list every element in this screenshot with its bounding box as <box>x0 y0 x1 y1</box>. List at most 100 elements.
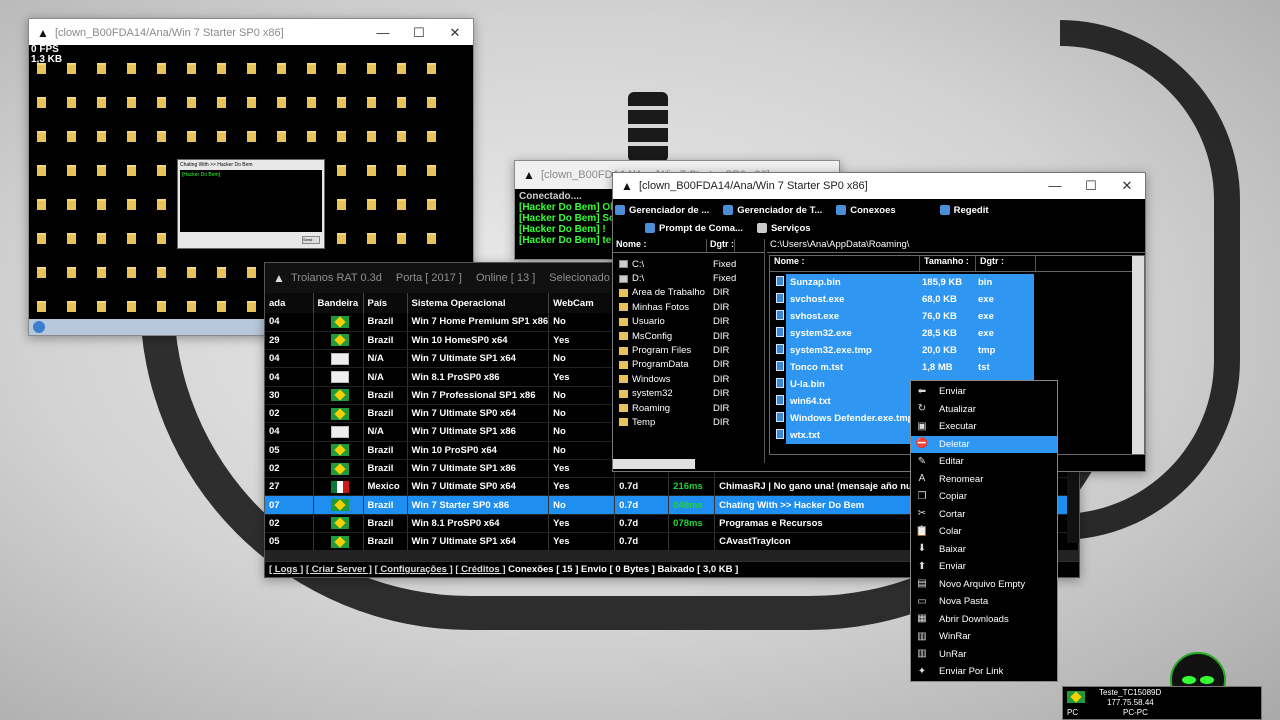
flag-cell <box>313 367 364 387</box>
file-size-header[interactable]: Tamanho : <box>920 256 976 271</box>
minimize-button[interactable]: — <box>365 25 401 41</box>
file-row[interactable]: system32.exe.tmp 20,0 KB tmp <box>770 342 1144 359</box>
country-cell: Brazil <box>363 532 408 552</box>
folder-icon <box>367 131 376 142</box>
file-manager-window[interactable]: ▲ [clown_B00FDA14/Ana/Win 7 Starter SP0 … <box>612 172 1146 472</box>
settings-link[interactable]: [ Configurações ] <box>375 564 453 575</box>
file-name-header[interactable]: Nome : <box>770 256 920 271</box>
file-icon-cell <box>770 276 786 289</box>
menu-item-nova-pasta[interactable]: ▭ Nova Pasta <box>911 593 1057 611</box>
credits-link[interactable]: [ Créditos ] <box>455 564 505 575</box>
maximize-button[interactable]: ☐ <box>1073 178 1109 194</box>
menu-item-unrar[interactable]: ▥ UnRar <box>911 646 1057 664</box>
toolbar-command-prompt[interactable]: Prompt de Coma... <box>645 219 743 237</box>
file-row[interactable]: system32.exe 28,5 KB exe <box>770 325 1144 342</box>
file-row[interactable]: Tonco m.tst 1,8 MB tst <box>770 359 1144 376</box>
drive-item[interactable]: Area de Trabalho DIR <box>613 286 764 300</box>
country-cell: N/A <box>363 422 408 442</box>
drive-item[interactable]: MsConfig DIR <box>613 329 764 343</box>
column-header[interactable]: Sistema Operacional <box>407 293 550 313</box>
file-type: exe <box>974 325 1034 342</box>
folder-icon <box>247 63 256 74</box>
country-cell: Brazil <box>363 514 408 534</box>
maximize-button[interactable]: ☐ <box>401 25 437 41</box>
drive-item[interactable]: C:\ Fixed <box>613 257 764 271</box>
column-header[interactable]: WebCam <box>548 293 616 313</box>
logs-link[interactable]: [ Logs ] <box>269 564 303 575</box>
folder-icon <box>97 267 106 278</box>
drive-item[interactable]: D:\ Fixed <box>613 271 764 285</box>
drive-type: DIR <box>713 345 730 357</box>
drive-item[interactable]: Roaming DIR <box>613 401 764 415</box>
online-count: Online [ 13 ] <box>475 272 536 284</box>
toolbar-connections[interactable]: Conexoes <box>836 201 896 219</box>
menu-item-cortar[interactable]: ✂ Cortar <box>911 506 1057 524</box>
menu-item-renomear[interactable]: A Renomear <box>911 471 1057 489</box>
drive-item[interactable]: ProgramData DIR <box>613 358 764 372</box>
menu-item-abrir-downloads[interactable]: ▦ Abrir Downloads <box>911 611 1057 629</box>
drive-item[interactable]: Minhas Fotos DIR <box>613 300 764 314</box>
menu-item-enviar[interactable]: ⬅ Enviar <box>911 383 1057 401</box>
toolbar-regedit[interactable]: Regedit <box>939 201 989 219</box>
mexico-flag-icon <box>331 480 349 493</box>
folder-icon <box>97 233 106 244</box>
menu-item-enviar-por-link[interactable]: ✦ Enviar Por Link <box>911 663 1057 681</box>
toolbar-label: Gerenciador de T... <box>737 204 823 216</box>
folder-icon <box>619 375 628 384</box>
folder-icon <box>37 267 46 278</box>
flag-cell <box>313 477 364 497</box>
drive-item[interactable]: Windows DIR <box>613 372 764 386</box>
toolbar-services[interactable]: Serviços <box>756 219 811 237</box>
flag-cell <box>313 441 364 460</box>
drive-label: Area de Trabalho <box>632 287 705 299</box>
menu-item-label: Copiar <box>939 491 967 503</box>
menu-item-enviar[interactable]: ⬆ Enviar <box>911 558 1057 576</box>
folder-icon <box>67 63 76 74</box>
drive-type-header[interactable]: Dgtr : <box>707 239 735 252</box>
file-manager-titlebar[interactable]: ▲ [clown_B00FDA14/Ana/Win 7 Starter SP0 … <box>613 173 1145 199</box>
minimize-button[interactable]: — <box>1037 178 1073 194</box>
connection-notification[interactable]: Teste_TC15089D 177.75.58.44 PC PC-PC <box>1062 686 1262 720</box>
path-bar[interactable]: C:\Users\Ana\AppData\Roaming\ <box>767 239 1145 253</box>
download-icon: ⬇ <box>917 543 927 555</box>
folder-icon <box>247 131 256 142</box>
rename-icon: A <box>918 473 926 485</box>
create-server-link[interactable]: [ Criar Server ] <box>306 564 372 575</box>
menu-item-executar[interactable]: ▣ Executar <box>911 418 1057 436</box>
file-row[interactable]: svhost.exe 76,0 KB exe <box>770 308 1144 325</box>
menu-item-winrar[interactable]: ▥ WinRar <box>911 628 1057 646</box>
drive-name-header[interactable]: Nome : <box>613 239 707 252</box>
flag-cell <box>313 313 364 332</box>
drive-item[interactable]: Usuario DIR <box>613 315 764 329</box>
column-header[interactable]: ada <box>265 293 314 313</box>
drive-pane-scrollbar[interactable] <box>613 459 695 469</box>
toolbar-file-manager[interactable]: Gerenciador de ... <box>615 201 709 219</box>
close-button[interactable]: ✕ <box>437 25 473 41</box>
file-row[interactable]: Sunzap.bin 185,9 KB bin <box>770 274 1144 291</box>
menu-item-editar[interactable]: ✎ Editar <box>911 453 1057 471</box>
menu-item-deletar[interactable]: ⛔ Deletar <box>911 435 1057 453</box>
toolbar-task-manager[interactable]: Gerenciador de T... <box>723 201 822 219</box>
menu-item-copiar[interactable]: ❐ Copiar <box>911 488 1057 506</box>
drive-item[interactable]: system32 DIR <box>613 387 764 401</box>
folder-icon <box>67 199 76 210</box>
client-id-cell: 30 <box>265 386 314 405</box>
remote-desktop-titlebar[interactable]: ▲ [clown_B00FDA14/Ana/Win 7 Starter SP0 … <box>29 19 473 47</box>
file-list-scrollbar[interactable] <box>1132 256 1144 454</box>
menu-item-novo-arquivo-empty[interactable]: ▤ Novo Arquivo Empty <box>911 576 1057 594</box>
drive-name: ProgramData <box>613 359 709 370</box>
drive-label: Program Files <box>632 345 692 357</box>
column-header[interactable]: País <box>363 293 408 313</box>
file-context-menu[interactable]: ⬅ Enviar ↻ Atualizar ▣ Executar ⛔ Deletar ✎ Edita… <box>910 380 1058 682</box>
file-type-header[interactable]: Dgtr : <box>976 256 1036 271</box>
menu-item-atualizar[interactable]: ↻ Atualizar <box>911 401 1057 419</box>
file-icon-cell <box>770 327 786 340</box>
brazil-flag-icon <box>331 462 349 475</box>
column-header[interactable]: Bandeira <box>313 293 364 313</box>
file-row[interactable]: svchost.exe 68,0 KB exe <box>770 291 1144 308</box>
menu-item-colar[interactable]: 📋 Colar <box>911 523 1057 541</box>
menu-item-baixar[interactable]: ⬇ Baixar <box>911 541 1057 559</box>
close-button[interactable]: ✕ <box>1109 178 1145 194</box>
drive-item[interactable]: Temp DIR <box>613 415 764 429</box>
drive-item[interactable]: Program Files DIR <box>613 343 764 357</box>
